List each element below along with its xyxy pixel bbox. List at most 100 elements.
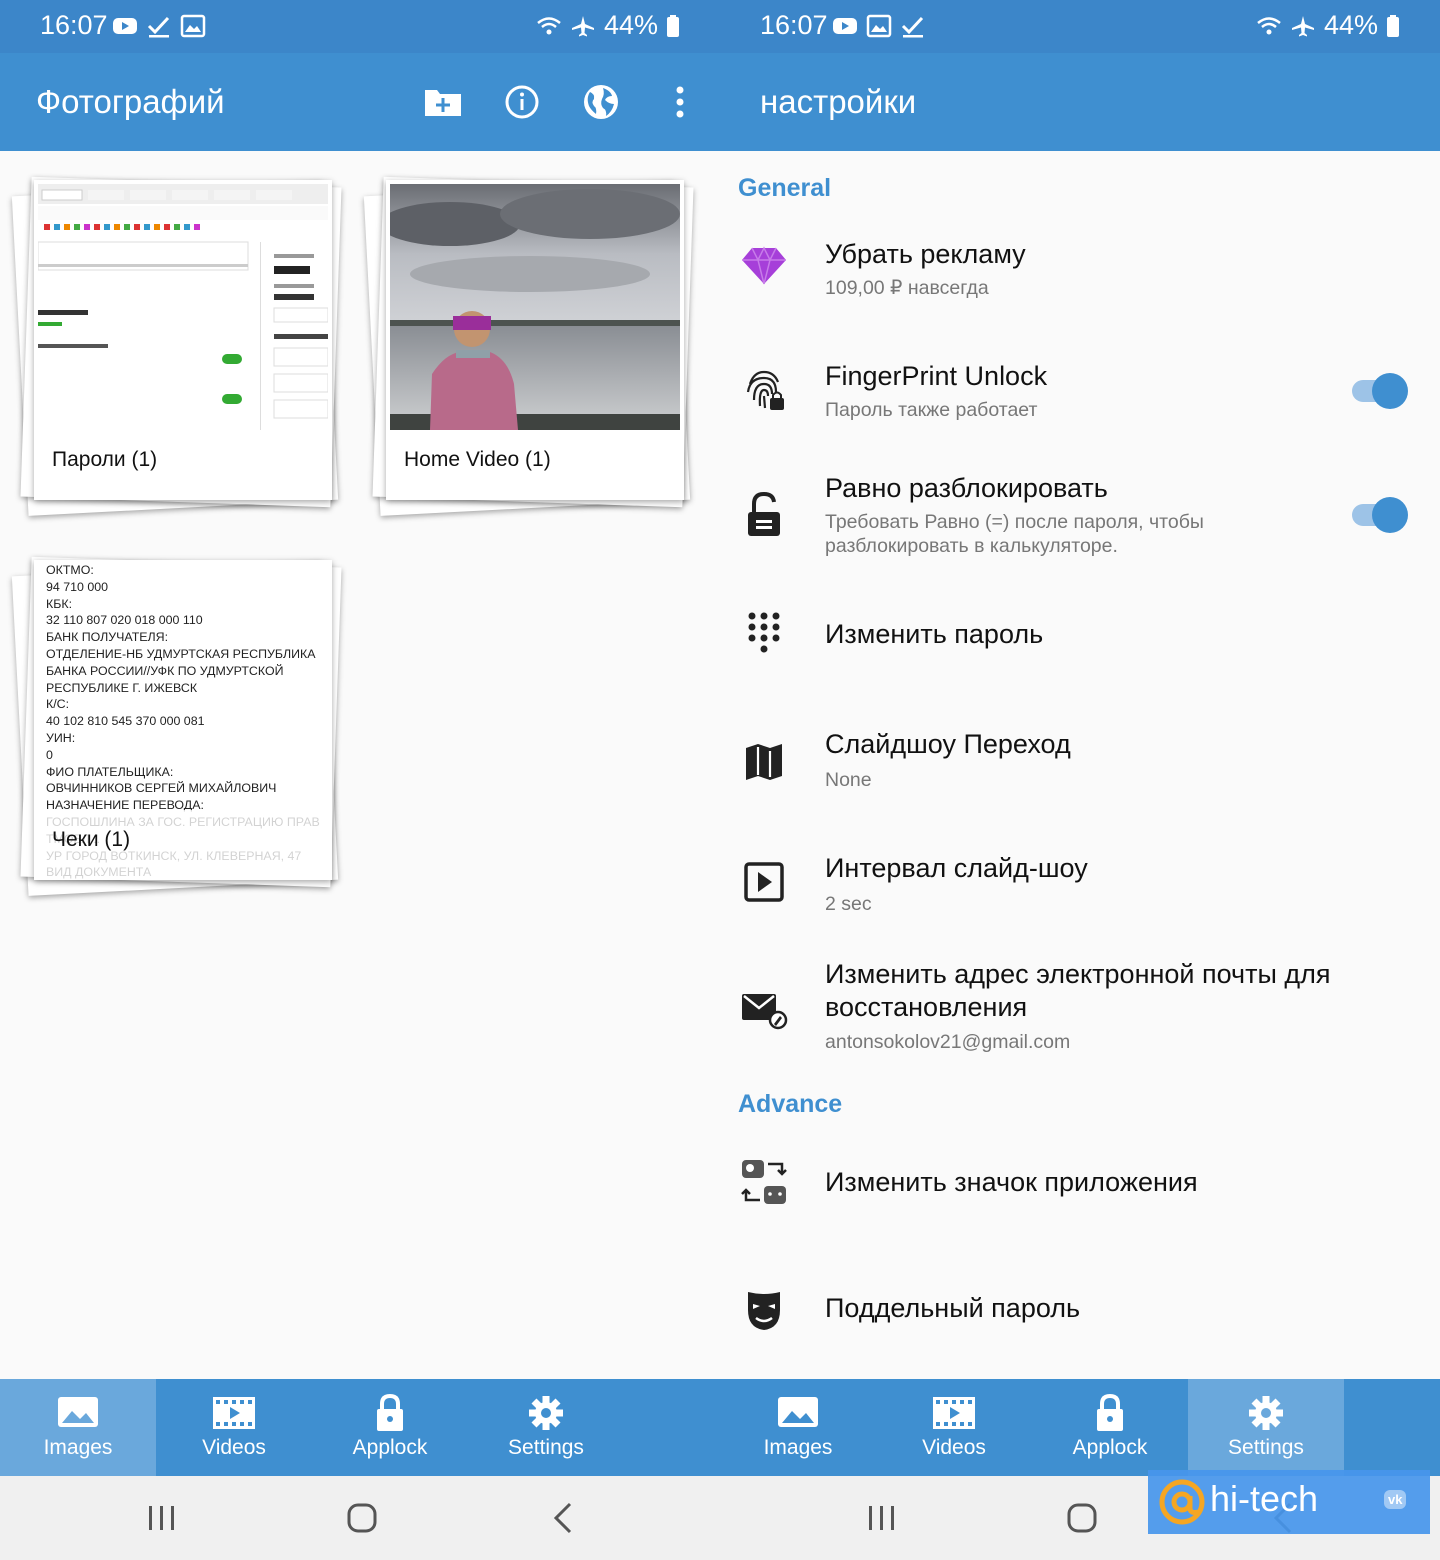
youtube-icon: [833, 18, 857, 34]
setting-fingerprint-unlock[interactable]: FingerPrint Unlock Пароль также работает: [720, 352, 1440, 442]
email-edit-icon: [742, 994, 788, 1030]
system-navigation-bar: [0, 1476, 720, 1560]
album-thumbnail-photo: [390, 184, 680, 430]
battery-icon: [667, 14, 679, 37]
battery-percent: 44%: [603, 10, 658, 40]
album-label: Чеки (1): [52, 828, 131, 851]
page-title: Фотографий: [36, 83, 225, 120]
toggle-knob: [1372, 497, 1408, 533]
status-notification-icons: [112, 14, 206, 38]
nav-label: Settings: [1228, 1436, 1304, 1459]
app-bar: настройки: [720, 53, 1440, 151]
gallery-screen: 16:07 44% Фотографий Пароли (1) Home Vid…: [0, 0, 720, 1560]
airplane-icon: [571, 15, 594, 36]
setting-title: Равно разблокировать: [825, 473, 1108, 503]
unlocked-padlock-icon: [748, 491, 780, 536]
setting-change-password[interactable]: Изменить пароль: [720, 600, 1440, 670]
battery-icon: [1387, 14, 1399, 37]
setting-title: Интервал слайд-шоу: [825, 853, 1088, 883]
wifi-icon: [537, 16, 561, 34]
setting-title: Изменить адрес электронной почты для вос…: [825, 959, 1331, 1022]
nav-applock[interactable]: Applock: [312, 1379, 468, 1476]
system-navigation-bar: hi-tech vk: [720, 1470, 1440, 1560]
nav-label: Videos: [922, 1436, 986, 1459]
equals-unlock-toggle[interactable]: [1350, 494, 1410, 534]
album-home-video[interactable]: Home Video (1): [363, 176, 702, 516]
nav-label: Settings: [508, 1436, 584, 1459]
lock-icon: [377, 1393, 403, 1431]
setting-title: Слайдшоу Переход: [825, 729, 1071, 759]
back-icon[interactable]: [544, 1498, 584, 1538]
section-advance: Advance: [738, 1090, 843, 1118]
setting-fake-password[interactable]: Поддельный пароль: [720, 1276, 1440, 1346]
setting-title: Изменить значок приложения: [825, 1167, 1198, 1197]
nav-videos[interactable]: Videos: [156, 1379, 312, 1476]
gear-icon: [529, 1396, 563, 1430]
recent-apps-icon[interactable]: [862, 1498, 902, 1538]
setting-subtitle: None: [825, 769, 872, 791]
status-system-icons: 44%: [536, 10, 680, 41]
image-icon: [180, 14, 206, 38]
home-icon[interactable]: [342, 1498, 382, 1538]
wifi-icon: [1257, 16, 1281, 34]
setting-subtitle: Пароль также работает: [825, 399, 1038, 421]
app-bar: Фотографий: [0, 53, 720, 151]
status-bar: 16:07 44%: [720, 0, 1440, 53]
setting-change-app-icon[interactable]: Изменить значок приложения: [720, 1150, 1440, 1220]
page-title: настройки: [760, 83, 917, 120]
status-time: 16:07: [40, 10, 108, 40]
info-icon[interactable]: [502, 82, 542, 122]
setting-subtitle: 2 sec: [825, 893, 872, 915]
photo-stack-front: Home Video (1): [386, 180, 684, 500]
fingerprint-toggle[interactable]: [1350, 370, 1410, 410]
swap-app-icon: [741, 1160, 787, 1204]
nav-videos[interactable]: Videos: [876, 1379, 1032, 1476]
mask-icon: [748, 1292, 780, 1330]
map-icon: [746, 744, 782, 780]
setting-title: Изменить пароль: [825, 619, 1044, 649]
nav-images[interactable]: Images: [720, 1379, 876, 1476]
nav-settings[interactable]: Settings: [468, 1379, 624, 1476]
setting-recovery-email[interactable]: Изменить адрес электронной почты для вос…: [720, 956, 1440, 1066]
album-label: Home Video (1): [404, 448, 551, 471]
setting-remove-ads[interactable]: Убрать рекламу 109,00 ₽ навсегда: [720, 228, 1440, 328]
album-passwords[interactable]: Пароли (1): [11, 176, 350, 516]
add-folder-icon[interactable]: [423, 82, 463, 122]
at-sign-icon: [1159, 1479, 1205, 1525]
diamond-icon: [742, 246, 786, 285]
film-icon: [213, 1397, 255, 1429]
checkmark-icon: [901, 16, 924, 38]
nav-label: Images: [43, 1436, 113, 1459]
status-notification-icons: [832, 14, 926, 38]
lock-icon: [1097, 1393, 1123, 1431]
nav-label: Videos: [202, 1436, 266, 1459]
fingerprint-icon: [746, 370, 784, 410]
setting-slideshow-transition[interactable]: Слайдшоу Переход None: [720, 720, 1440, 810]
setting-equals-unlock[interactable]: Равно разблокировать Требовать Равно (=)…: [720, 464, 1440, 574]
film-icon: [933, 1397, 975, 1429]
home-icon[interactable]: [1062, 1498, 1102, 1538]
nav-settings[interactable]: Settings: [1188, 1379, 1344, 1476]
globe-icon[interactable]: [581, 82, 621, 122]
nav-images[interactable]: Images: [0, 1379, 156, 1476]
nav-label: Applock: [352, 1436, 428, 1459]
setting-subtitle: antonsokolov21@gmail.com: [825, 1031, 1071, 1053]
image-icon: [58, 1397, 98, 1427]
album-label: Пароли (1): [52, 448, 158, 471]
toggle-knob: [1372, 373, 1408, 409]
section-general: General: [738, 174, 832, 202]
youtube-icon: [113, 18, 137, 34]
gear-icon: [1249, 1396, 1283, 1430]
setting-slideshow-interval[interactable]: Интервал слайд-шоу 2 sec: [720, 844, 1440, 934]
battery-percent: 44%: [1323, 10, 1378, 40]
recent-apps-icon[interactable]: [142, 1498, 182, 1538]
image-icon: [778, 1397, 818, 1427]
album-thumbnail-screenshot: [38, 184, 328, 430]
more-options-icon[interactable]: [660, 82, 700, 122]
settings-screen: 16:07 44% настройки General Убрать рекла…: [720, 0, 1440, 1560]
setting-subtitle: Требовать Равно (=) после пароля, чтобы …: [825, 511, 1204, 557]
album-receipts[interactable]: ОКТМО: 94 710 000 КБК: 32 110 807 020 01…: [11, 556, 350, 896]
photo-stack-front: Пароли (1): [34, 180, 332, 500]
photo-stack-front: ОКТМО: 94 710 000 КБК: 32 110 807 020 01…: [34, 560, 332, 880]
nav-applock[interactable]: Applock: [1032, 1379, 1188, 1476]
